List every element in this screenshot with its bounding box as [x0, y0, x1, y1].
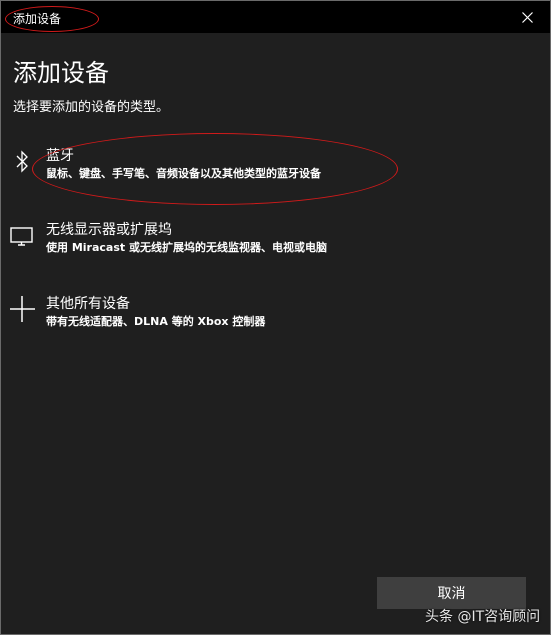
option-bluetooth[interactable]: 蓝牙 鼠标、键盘、手写笔、音频设备以及其他类型的蓝牙设备 [1, 141, 550, 197]
bluetooth-icon [7, 147, 37, 177]
title-bar: 添加设备 [1, 1, 550, 33]
option-description: 使用 Miracast 或无线扩展坞的无线监视器、电视或电脑 [46, 241, 327, 254]
close-icon [522, 12, 533, 23]
cancel-button[interactable]: 取消 [377, 577, 526, 609]
plus-icon [7, 293, 37, 323]
page-title: 添加设备 [13, 59, 109, 87]
option-label: 其他所有设备 [46, 296, 130, 312]
add-device-dialog: 添加设备 添加设备 选择要添加的设备的类型。 蓝牙 鼠标、键盘、手写笔、音频设备… [0, 0, 551, 635]
page-subtitle: 选择要添加的设备的类型。 [13, 100, 170, 115]
option-wireless-display[interactable]: 无线显示器或扩展坞 使用 Miracast 或无线扩展坞的无线监视器、电视或电脑 [1, 215, 550, 271]
window-title: 添加设备 [13, 12, 62, 26]
option-everything-else[interactable]: 其他所有设备 带有无线适配器、DLNA 等的 Xbox 控制器 [1, 289, 550, 345]
option-label: 蓝牙 [46, 148, 74, 164]
option-label: 无线显示器或扩展坞 [46, 222, 172, 238]
option-description: 带有无线适配器、DLNA 等的 Xbox 控制器 [46, 315, 266, 328]
watermark-text: 头条 @IT咨询顾问 [425, 609, 541, 625]
close-button[interactable] [504, 1, 550, 33]
monitor-icon [7, 221, 37, 251]
option-description: 鼠标、键盘、手写笔、音频设备以及其他类型的蓝牙设备 [46, 167, 321, 180]
